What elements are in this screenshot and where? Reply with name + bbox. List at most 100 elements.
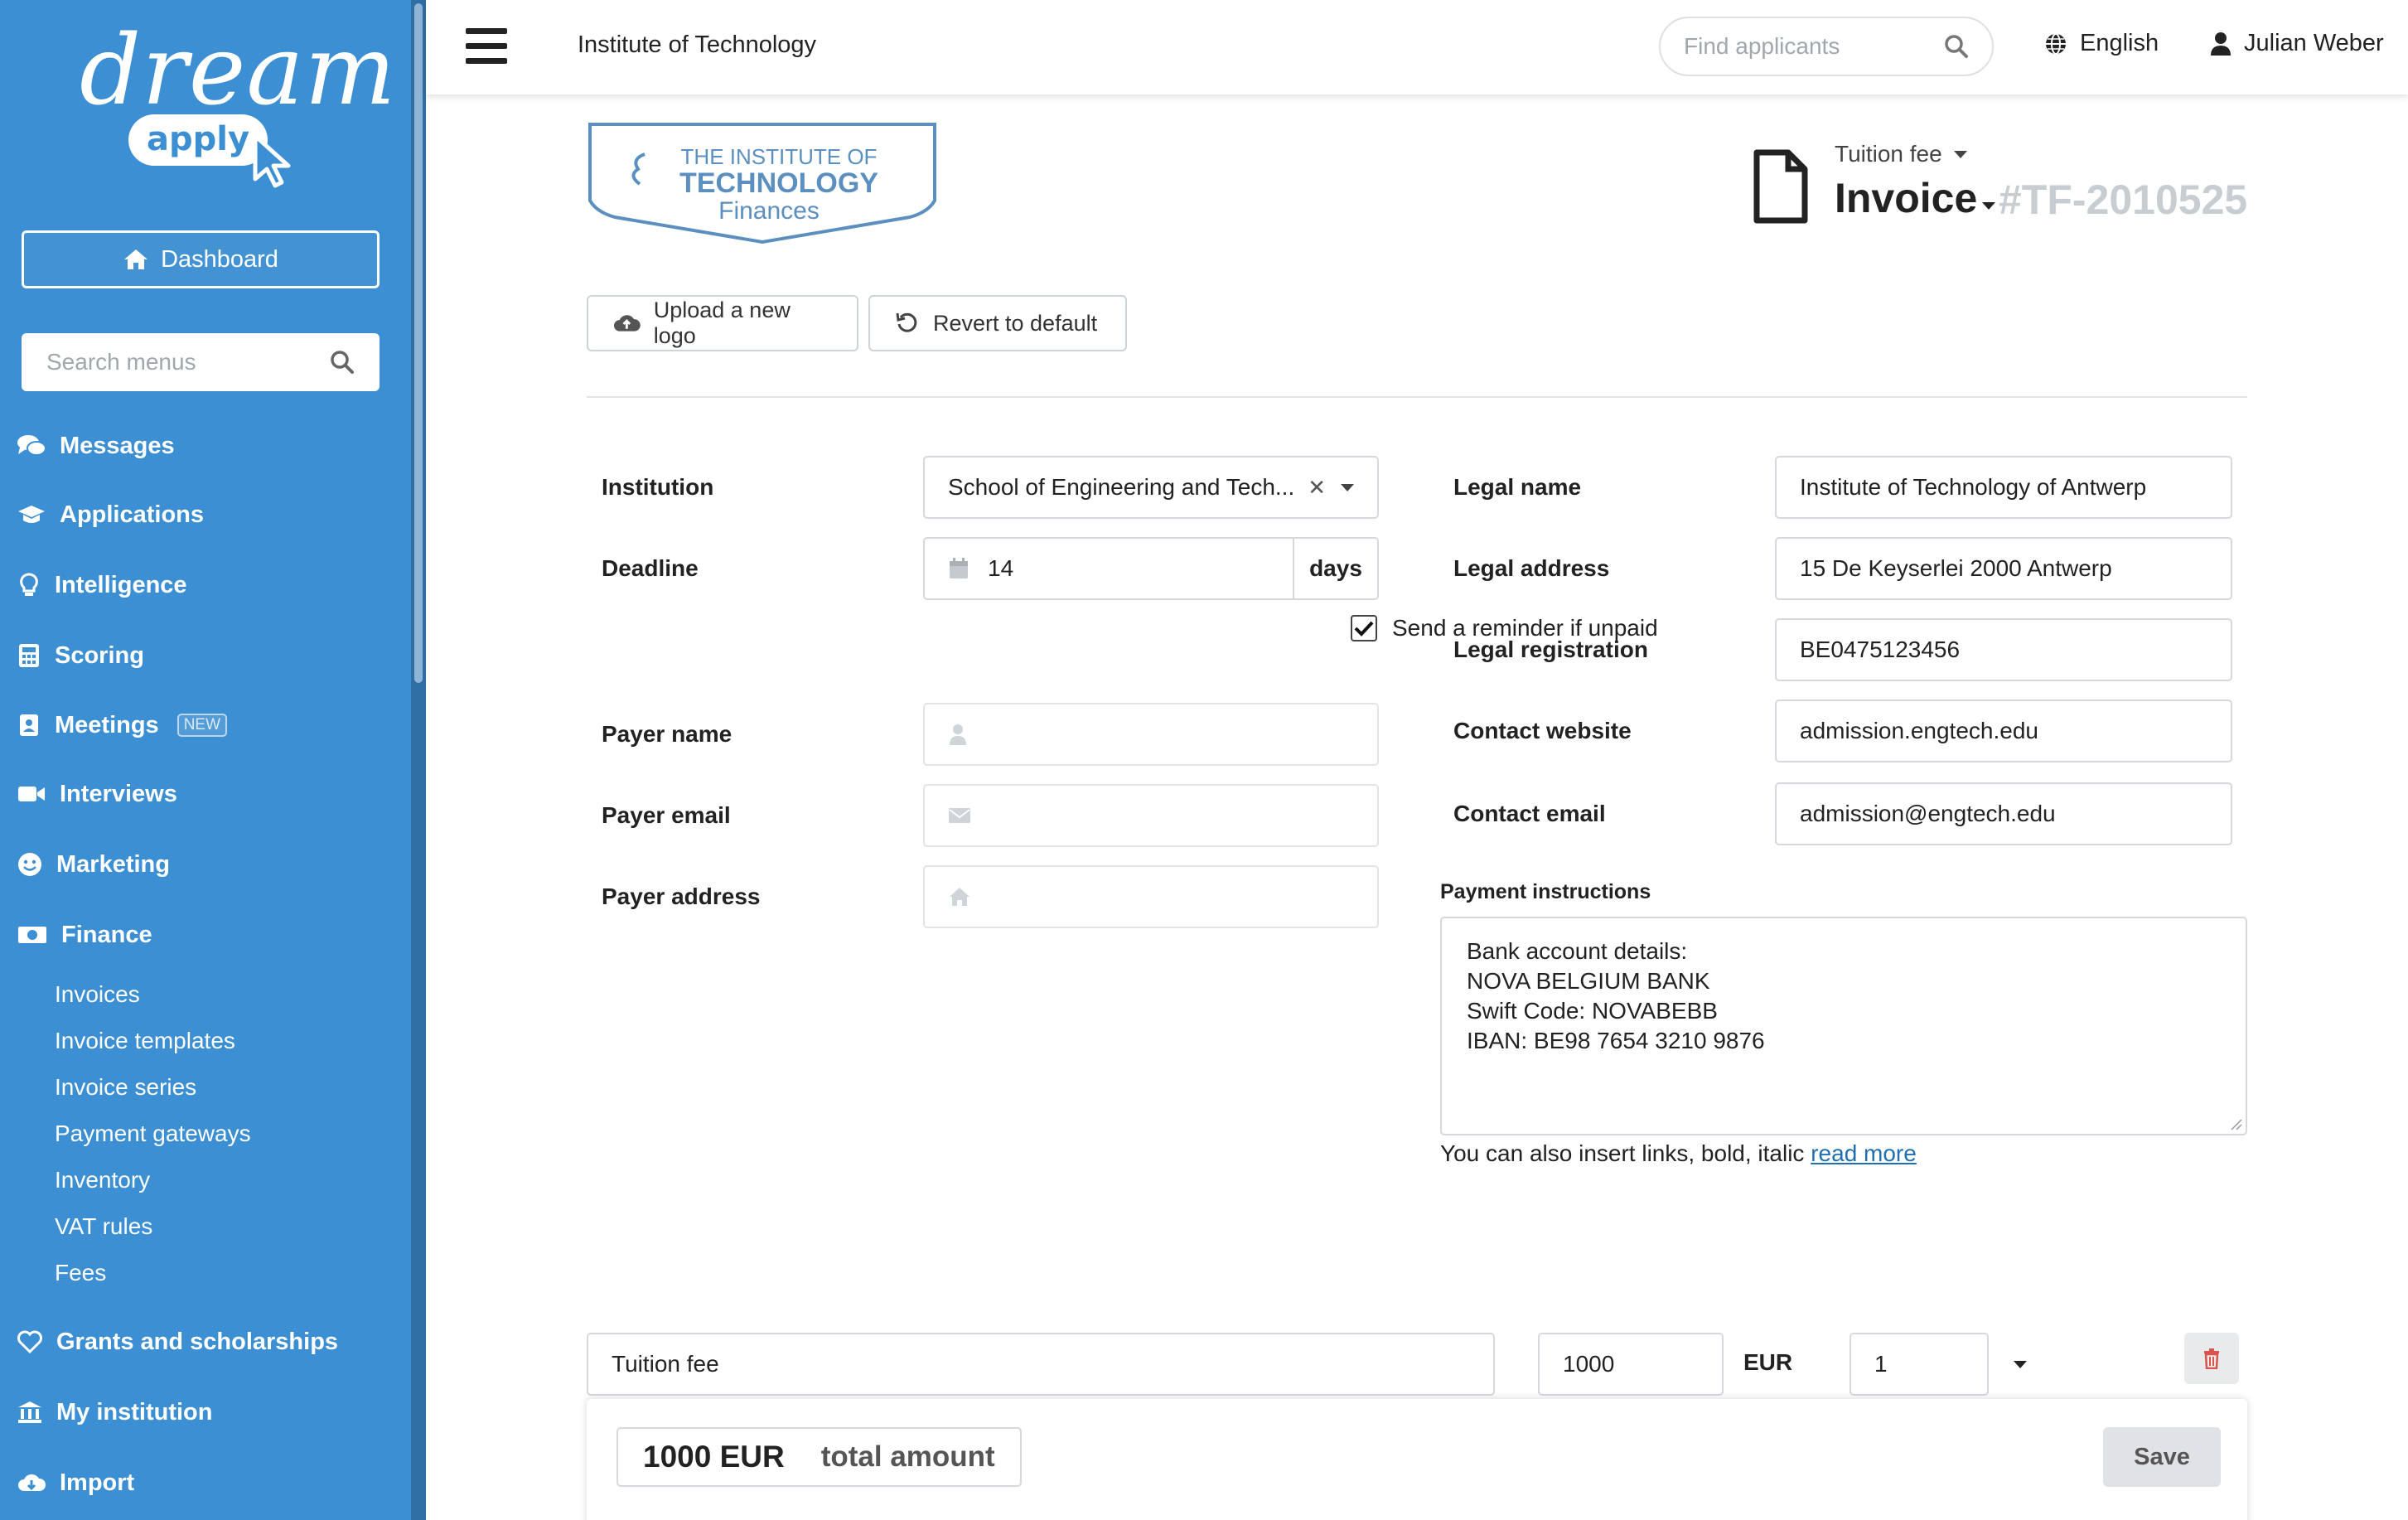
money-bill-icon	[18, 927, 46, 943]
sidebar-item-label: Meetings	[55, 711, 159, 738]
language-label: English	[2080, 30, 2159, 56]
sidebar-item-marketing[interactable]: Marketing	[17, 844, 170, 885]
sidebar-scrollbar-thumb[interactable]	[414, 3, 423, 683]
read-more-link[interactable]: read more	[1811, 1140, 1917, 1166]
line-item-currency: EUR	[1743, 1349, 1793, 1375]
clear-icon[interactable]: ✕	[1308, 475, 1326, 501]
logo-line-2: TECHNOLOGY	[679, 167, 878, 199]
hamburger-menu-icon[interactable]	[466, 28, 507, 65]
institution-finance-logo[interactable]: THE INSTITUTE OF TECHNOLOGY Finances	[587, 121, 938, 245]
institution-icon	[18, 1401, 41, 1423]
line-item-quantity: 1	[1874, 1351, 1888, 1377]
upload-logo-button[interactable]: Upload a new logo	[587, 295, 858, 351]
organization-title[interactable]: Institute of Technology	[578, 31, 816, 59]
legal-name-value: Institute of Technology of Antwerp	[1800, 474, 2147, 500]
video-camera-icon	[18, 787, 45, 801]
total-amount-label: total amount	[820, 1440, 995, 1473]
contact-website-input[interactable]: admission.engtech.edu	[1775, 699, 2232, 762]
checkbox-box[interactable]	[1351, 615, 1377, 641]
contact-email-value: admission@engtech.edu	[1800, 801, 2056, 826]
cursor-icon	[253, 133, 291, 188]
invoice-type-dropdown[interactable]: Tuition fee	[1835, 141, 1967, 167]
envelope-icon	[949, 808, 970, 823]
logo-line-3: Finances	[718, 197, 820, 225]
lightbulb-icon	[20, 573, 38, 596]
payer-name-input[interactable]	[923, 703, 1379, 766]
sidebar-item-label: Grants and scholarships	[56, 1328, 339, 1355]
sidebar-item-import[interactable]: Import	[17, 1462, 134, 1503]
language-selector[interactable]: English	[2043, 30, 2159, 57]
institution-label: Institution	[602, 474, 714, 500]
sidebar-item-label: Scoring	[55, 641, 144, 669]
chevron-down-icon[interactable]	[2014, 1361, 2027, 1368]
sidebar-item-messages[interactable]: Messages	[17, 425, 175, 467]
sidebar-subitem-invoice-templates[interactable]: Invoice templates	[55, 1024, 235, 1058]
divider	[587, 396, 2247, 398]
sidebar-item-finance[interactable]: Finance	[17, 914, 152, 956]
search-menus-placeholder: Search menus	[46, 349, 196, 375]
sidebar-item-interviews[interactable]: Interviews	[17, 773, 177, 815]
home-icon	[124, 249, 148, 269]
chevron-down-icon[interactable]	[1341, 483, 1354, 491]
revert-default-button[interactable]: Revert to default	[868, 295, 1127, 351]
line-item-description-input[interactable]: Tuition fee	[587, 1333, 1495, 1396]
formatting-help-text: You can also insert links, bold, italic	[1440, 1140, 1811, 1166]
find-applicants-placeholder: Find applicants	[1684, 33, 1840, 59]
line-item-amount-input[interactable]: 1000	[1538, 1333, 1724, 1396]
sidebar-subitem-payment-gateways[interactable]: Payment gateways	[55, 1117, 251, 1150]
legal-address-input[interactable]: 15 De Keyserlei 2000 Antwerp	[1775, 537, 2232, 600]
graduation-cap-icon	[18, 506, 45, 523]
search-icon[interactable]	[1944, 34, 1969, 59]
payer-email-input[interactable]	[923, 784, 1379, 847]
resize-handle-icon[interactable]	[2229, 1117, 2242, 1130]
legal-address-label: Legal address	[1453, 555, 1610, 581]
payer-address-input[interactable]	[923, 865, 1379, 928]
sidebar-item-meetings[interactable]: Meetings NEW	[17, 704, 228, 746]
user-icon	[2211, 31, 2231, 56]
trash-icon	[2204, 1348, 2219, 1369]
sidebar-item-label: Intelligence	[55, 571, 187, 598]
find-applicants-input[interactable]: Find applicants	[1659, 17, 1994, 76]
sidebar-item-label: Marketing	[56, 850, 170, 878]
cloud-upload-icon	[613, 315, 641, 332]
contact-website-value: admission.engtech.edu	[1800, 718, 2038, 743]
calculator-icon	[19, 644, 39, 667]
home-icon	[950, 888, 969, 906]
meeting-badge-icon	[20, 714, 38, 736]
payment-instructions-textarea[interactable]: Bank account details: NOVA BELGIUM BANK …	[1440, 917, 2247, 1135]
sidebar-scrollbar[interactable]	[411, 0, 426, 1520]
save-button[interactable]: Save	[2103, 1427, 2221, 1487]
sidebar-item-grants[interactable]: Grants and scholarships	[17, 1321, 338, 1363]
dashboard-button[interactable]: Dashboard	[22, 230, 380, 288]
institution-select[interactable]: School of Engineering and Tech... ✕	[923, 456, 1379, 519]
sidebar-subitem-invoice-series[interactable]: Invoice series	[55, 1071, 196, 1104]
line-item-quantity-input[interactable]: 1	[1850, 1333, 1989, 1396]
delete-line-button[interactable]	[2184, 1333, 2239, 1384]
search-icon	[331, 351, 354, 374]
sidebar-subitem-vat-rules[interactable]: VAT rules	[55, 1210, 152, 1243]
invoice-type-label: Tuition fee	[1835, 141, 1942, 167]
contact-email-input[interactable]: admission@engtech.edu	[1775, 782, 2232, 845]
legal-name-input[interactable]: Institute of Technology of Antwerp	[1775, 456, 2232, 519]
sidebar-item-intelligence[interactable]: Intelligence	[17, 564, 187, 606]
sidebar-subitem-inventory[interactable]: Inventory	[55, 1164, 150, 1197]
sidebar-item-scoring[interactable]: Scoring	[17, 635, 144, 676]
dreamapply-logo[interactable]: dream apply	[0, 7, 411, 189]
deadline-input[interactable]: 14	[923, 537, 1294, 600]
smile-icon	[18, 853, 41, 876]
payment-instructions-label: Payment instructions	[1440, 880, 1651, 903]
sidebar-item-applications[interactable]: Applications	[17, 494, 204, 535]
sidebar-subitem-fees[interactable]: Fees	[55, 1256, 106, 1290]
document-kind-label: Invoice	[1835, 175, 1978, 221]
sidebar-item-my-institution[interactable]: My institution	[17, 1392, 212, 1433]
legal-registration-input[interactable]: BE0475123456	[1775, 618, 2232, 681]
contact-email-label: Contact email	[1453, 801, 1606, 826]
comments-icon	[17, 435, 46, 456]
sidebar-item-label: My institution	[56, 1398, 213, 1426]
sidebar-subitem-invoices[interactable]: Invoices	[55, 978, 140, 1011]
sidebar-item-label: Messages	[60, 432, 175, 459]
user-menu[interactable]: Julian Weber	[2209, 30, 2384, 57]
search-menus-input[interactable]: Search menus	[22, 333, 380, 391]
document-kind-dropdown[interactable]: Invoice	[1835, 174, 1996, 222]
total-amount-value: 1000 EUR	[643, 1440, 785, 1474]
